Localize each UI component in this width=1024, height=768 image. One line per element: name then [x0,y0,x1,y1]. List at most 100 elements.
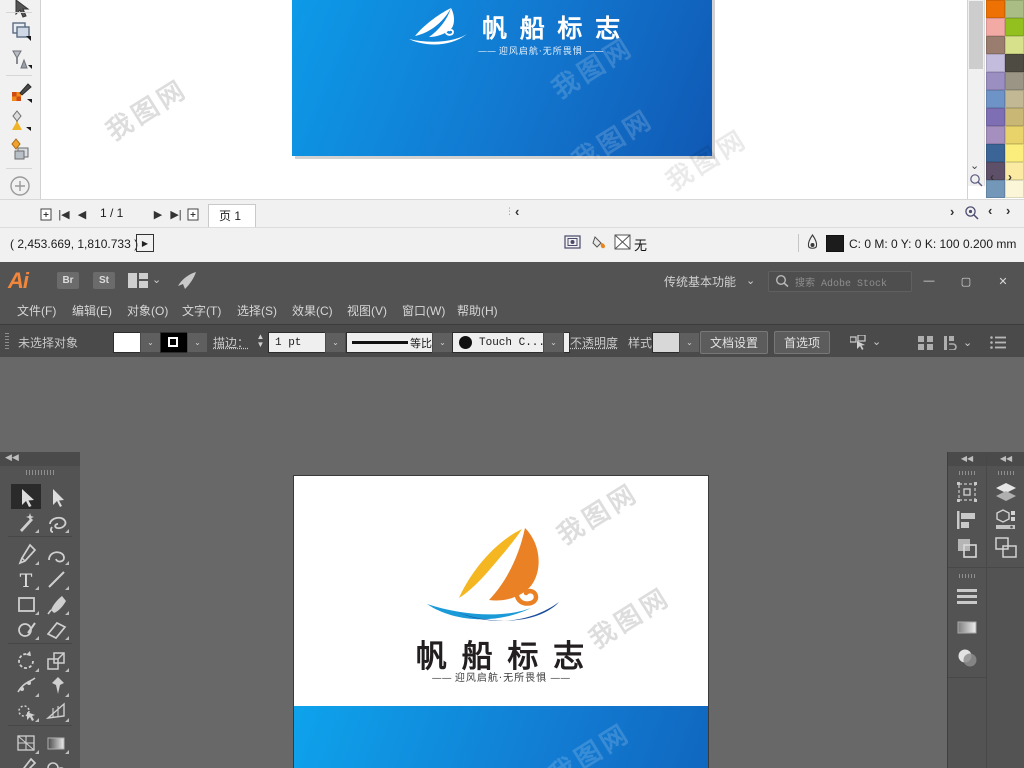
palette-swatch[interactable] [986,54,1005,72]
palette-swatch[interactable] [1005,126,1024,144]
tool-pen[interactable] [11,541,41,566]
collapse-panels-icon[interactable]: ◀◀ [948,452,986,466]
top-app-canvas[interactable]: 帆 船 标 志 —— 迎风启航·无所畏惧 —— 我图网 我图网 我图网 我图网 [41,0,968,199]
chevron-down-icon[interactable]: ⌄ [152,273,161,286]
close-button[interactable]: ✕ [988,271,1018,291]
select-similar-objects-icon[interactable] [849,334,868,355]
palette-swatch[interactable] [1005,108,1024,126]
palette-swatch[interactable] [1005,72,1024,90]
palette-swatch[interactable] [986,144,1005,162]
palette-swatch[interactable] [986,108,1005,126]
add-page-icon[interactable] [38,206,54,222]
gradient-panel-icon[interactable] [955,615,979,639]
page-tab[interactable]: 页 1 [208,204,257,229]
palette-swatch[interactable] [986,36,1005,54]
artboard[interactable]: 帆 船 标 志 —— 迎风启航·无所畏惧 —— 我图网 我图网 我图网 [293,475,709,768]
outline-color-swatch[interactable] [826,235,844,252]
palette-swatch[interactable] [1005,54,1024,72]
tool-direct-selection[interactable] [41,484,71,509]
rectangle-tool-icon[interactable] [8,18,34,44]
outline-pen-icon[interactable] [806,234,819,256]
tools-panel-grip[interactable] [26,470,54,475]
workspace-switcher-label[interactable]: 传统基本功能 [664,273,736,290]
stroke-weight-input[interactable]: 1 pt [268,332,332,353]
palette-swatch[interactable] [1005,36,1024,54]
stroke-color-swatch[interactable] [160,332,188,353]
interactive-fill-icon[interactable] [8,136,34,162]
pathfinder-panel-icon[interactable] [955,536,979,560]
collapse-panels-icon[interactable]: ◀◀ [987,452,1024,466]
tool-line-segment[interactable] [41,566,71,591]
libraries-panel-icon[interactable] [994,508,1018,532]
menu-type[interactable]: 文字(T) [173,299,230,324]
menu-select[interactable]: 选择(S) [228,299,286,324]
layers-panel-icon[interactable] [994,480,1018,504]
next-page-icon[interactable]: ▶ [150,206,166,222]
dock-grip[interactable] [959,471,976,475]
view-next-button[interactable]: › [1006,203,1010,218]
transparency-panel-icon[interactable] [955,646,979,670]
palette-scroll-thumb[interactable] [969,1,983,69]
stroke-chevron-down-icon[interactable]: ⌄ [187,332,208,353]
more-options-icon[interactable] [990,336,1006,354]
align-objects-icon[interactable] [918,336,933,355]
tool-type[interactable]: T [11,566,41,591]
transform-chevron-down-icon[interactable]: ⌄ [963,336,972,349]
top-app-color-palette[interactable]: ⌄ ‹ › [967,0,1024,199]
scroll-right-button[interactable]: › [950,204,954,219]
previous-page-icon[interactable]: ◀ [74,206,90,222]
palette-swatch[interactable] [1005,90,1024,108]
dock-grip[interactable] [959,574,976,578]
maximize-button[interactable]: ▢ [951,271,981,291]
dock-grip[interactable] [998,471,1015,475]
stock-search-input[interactable]: 搜索 Adobe Stock [768,271,912,292]
fill-tool-icon[interactable] [8,47,34,73]
stroke-profile-chevron-down-icon[interactable]: ⌄ [432,332,453,353]
chevron-down-icon[interactable]: ⌄ [746,274,755,287]
scroll-left-button[interactable]: ‹ [515,204,519,219]
tool-width[interactable] [11,673,41,698]
fill-chevron-down-icon[interactable]: ⌄ [140,332,161,353]
palette-swatch[interactable] [986,18,1005,36]
tool-shaper[interactable] [11,616,41,641]
tool-free-transform[interactable] [41,673,71,698]
select-similar-chevron-down-icon[interactable]: ⌄ [872,335,881,348]
last-page-icon[interactable]: ▶| [168,206,184,222]
preferences-button[interactable]: 首选项 [774,331,831,354]
palette-swatch[interactable] [986,0,1005,18]
stroke-profile-select[interactable]: 等比 [346,332,437,353]
sail-logo-color[interactable] [419,526,584,641]
eyedropper-tool-icon[interactable] [8,79,34,105]
add-page-icon[interactable] [185,206,201,222]
illustrator-canvas[interactable]: 帆 船 标 志 —— 迎风启航·无所畏惧 —— 我图网 我图网 我图网 [80,452,935,768]
tool-scale[interactable] [41,648,71,673]
tool-blend[interactable] [41,755,71,768]
tool-paintbrush[interactable] [41,591,71,616]
tool-eraser[interactable] [41,616,71,641]
fill-color-swatch[interactable] [113,332,141,353]
collapse-panels-icon[interactable]: ◀◀ [5,452,19,463]
expand-arrow-icon[interactable]: ▶ [136,234,154,252]
tool-curvature[interactable] [41,541,71,566]
transform-panel-icon[interactable] [944,336,960,355]
menu-view[interactable]: 视图(V) [338,299,396,324]
menu-object[interactable]: 对象(O) [118,299,177,324]
tool-shape-builder[interactable] [11,698,41,723]
menu-edit[interactable]: 编辑(E) [63,299,121,324]
palette-swatch[interactable] [1005,0,1024,18]
palette-swatch[interactable] [986,72,1005,90]
menu-help[interactable]: 帮助(H) [448,299,507,324]
chevron-down-icon[interactable]: ⌄ [970,159,979,172]
artboards-panel-icon[interactable] [994,536,1018,560]
stroke-panel-icon[interactable] [955,584,979,608]
tab-resize-grip[interactable]: ⋮ [505,206,514,217]
arrange-documents-icon[interactable] [128,273,148,293]
tool-selection[interactable] [11,484,41,509]
style-chevron-down-icon[interactable]: ⌄ [679,332,700,353]
palette-next-button[interactable]: › [1008,170,1012,184]
tools-panel-header[interactable]: ◀◀ [0,452,80,466]
go-to-launch-icon[interactable] [176,271,198,296]
tool-perspective-grid[interactable] [41,698,71,723]
stroke-weight-stepper[interactable]: ▲ ▼ [256,333,265,350]
brush-chevron-down-icon[interactable]: ⌄ [543,332,564,353]
